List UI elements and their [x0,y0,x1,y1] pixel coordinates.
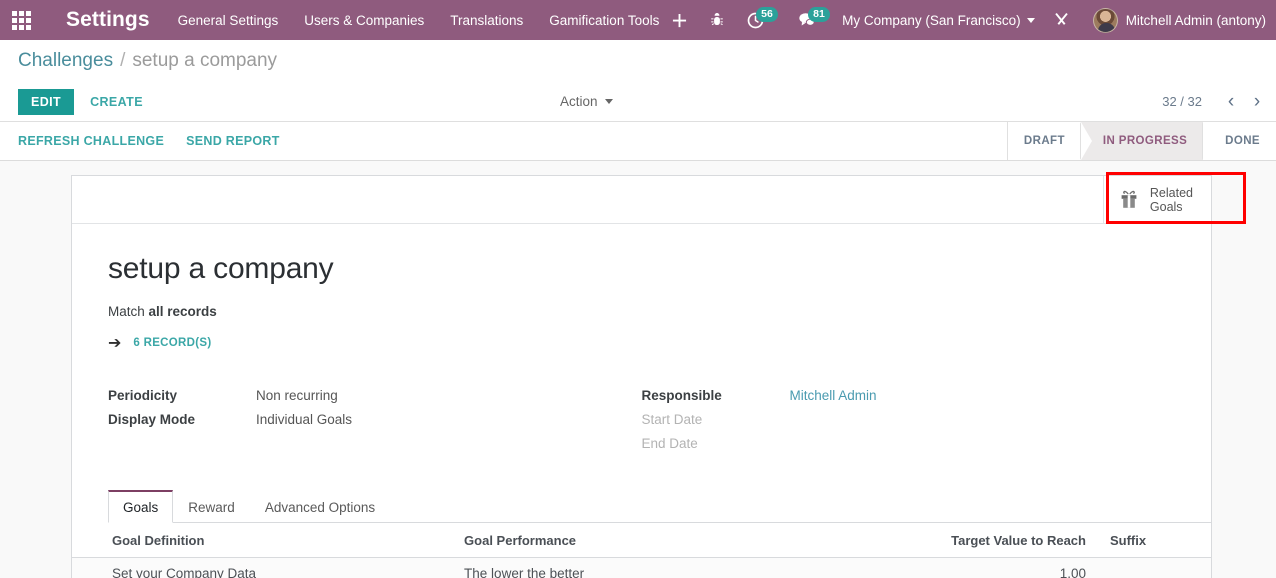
arrow-right-icon: ➔ [108,335,122,352]
fields-column-right: Responsible Mitchell Admin Start Date En… [642,383,1176,455]
breadcrumb: Challenges / setup a company [0,40,1276,82]
nav-item-users-companies[interactable]: Users & Companies [304,13,424,28]
breadcrumb-current: setup a company [132,50,278,71]
records-count-link[interactable]: 6 RECORD(S) [133,337,211,349]
field-label-end-date: End Date [641,435,698,451]
company-name: My Company (San Francisco) [842,12,1021,28]
nav-item-general-settings[interactable]: General Settings [178,13,279,28]
match-value: all records [148,304,217,319]
breadcrumb-root-challenges[interactable]: Challenges [18,50,113,72]
app-brand-settings[interactable]: Settings [66,8,150,32]
match-prefix: Match [108,304,149,319]
messages-count-badge: 81 [808,7,830,22]
field-value-responsible[interactable]: Mitchell Admin [790,388,877,403]
tab-reward[interactable]: Reward [173,490,250,523]
records-line: ➔ 6 RECORD(S) [108,333,1175,353]
form-sheet-area: Related Goals setup a company Match all … [0,161,1276,578]
apps-grid-icon[interactable] [12,10,46,30]
tab-advanced-options[interactable]: Advanced Options [250,490,390,523]
user-name: Mitchell Admin (antony) [1125,12,1266,28]
field-start-date: Start Date [642,407,1176,431]
create-button[interactable]: CREATE [90,95,143,109]
table-header-row: Goal Definition Goal Performance Target … [72,523,1211,558]
activity-clock-icon[interactable]: 56 [736,0,778,40]
field-responsible: Responsible Mitchell Admin [642,383,1176,407]
field-label-start-date: Start Date [641,411,703,427]
column-header-goal-definition[interactable]: Goal Definition [72,523,453,558]
field-end-date: End Date [642,431,1176,455]
field-value-display-mode[interactable]: Individual Goals [256,412,352,427]
chevron-right-icon[interactable]: › [1246,89,1268,115]
record-control-panel: EDIT CREATE Action 32 / 32 ‹ › [0,82,1276,122]
field-periodicity: Periodicity Non recurring [108,383,642,407]
field-display-mode: Display Mode Individual Goals [108,407,642,431]
goals-table: Goal Definition Goal Performance Target … [72,523,1211,578]
cell-target-value: 1.00 [934,557,1098,578]
cell-goal-performance: The lower the better [452,557,935,578]
chevron-down-icon [1026,17,1035,23]
breadcrumb-separator: / [120,50,126,71]
user-menu[interactable]: Mitchell Admin (antony) [1092,7,1270,33]
goals-table-head: Goal Definition Goal Performance Target … [72,523,1211,558]
refresh-challenge-button[interactable]: REFRESH CHALLENGE [18,134,164,148]
fields-column-left: Periodicity Non recurring Display Mode I… [108,383,642,455]
send-report-button[interactable]: SEND REPORT [186,134,280,148]
form-body: setup a company Match all records ➔ 6 RE… [72,224,1211,455]
column-header-target-value[interactable]: Target Value to Reach [934,523,1098,558]
edit-button[interactable]: EDIT [18,88,75,115]
navbar-right-tools: 56 81 My Company (San Francisco) Mitchel… [660,0,1276,40]
navbar-menu: General Settings Users & Companies Trans… [178,13,660,28]
related-goals-label: Related Goals [1150,186,1193,214]
developer-tools-icon[interactable] [1043,0,1081,40]
action-menu-label: Action [560,94,598,109]
company-selector[interactable]: My Company (San Francisco) [842,13,1035,28]
tab-goals[interactable]: Goals [108,490,174,523]
table-row[interactable]: Set your Company Data The lower the bett… [72,557,1211,578]
column-header-goal-performance[interactable]: Goal Performance [452,523,935,558]
related-goals-line1: Related [1149,185,1193,200]
form-status-bar: REFRESH CHALLENGE SEND REPORT DRAFT IN P… [0,122,1276,161]
stage-draft[interactable]: DRAFT [1007,122,1081,160]
activity-count-badge: 56 [756,7,778,22]
chevron-down-icon [604,99,613,104]
stage-statusbar: DRAFT IN PROGRESS DONE [1006,122,1276,160]
action-menu[interactable]: Action [560,94,613,109]
field-label-display-mode: Display Mode [108,411,196,427]
field-value-periodicity[interactable]: Non recurring [256,388,338,403]
cell-suffix [1097,557,1211,578]
stage-in-progress[interactable]: IN PROGRESS [1079,122,1204,160]
page-title: setup a company [108,252,334,285]
nav-item-translations[interactable]: Translations [450,13,523,28]
match-line: Match all records [108,304,1175,319]
bug-icon[interactable] [698,0,736,40]
plus-icon[interactable] [660,0,698,40]
top-navbar: Settings General Settings Users & Compan… [0,0,1276,40]
nav-item-gamification-tools[interactable]: Gamification Tools [549,13,659,28]
record-pager: 32 / 32 ‹ › [1162,89,1268,115]
stage-done[interactable]: DONE [1202,122,1276,160]
chevron-left-icon[interactable]: ‹ [1220,89,1242,115]
goals-table-body: Set your Company Data The lower the bett… [72,557,1211,578]
cell-goal-definition: Set your Company Data [72,557,453,578]
column-header-suffix[interactable]: Suffix [1097,523,1211,558]
stat-button-box: Related Goals [72,172,1246,224]
field-label-periodicity: Periodicity [108,387,178,403]
related-goals-line2: Goals [1149,199,1183,214]
related-goals-stat-button[interactable]: Related Goals [1102,176,1211,223]
notebook-tabs: Goals Reward Advanced Options [108,489,1211,523]
pager-count: 32 / 32 [1162,94,1202,109]
field-label-responsible: Responsible [641,387,722,403]
avatar [1092,7,1118,33]
fields-grid: Periodicity Non recurring Display Mode I… [108,383,1175,455]
form-sheet: Related Goals setup a company Match all … [71,172,1246,578]
gift-icon [1118,189,1140,211]
chat-bubble-icon[interactable]: 81 [788,0,830,40]
